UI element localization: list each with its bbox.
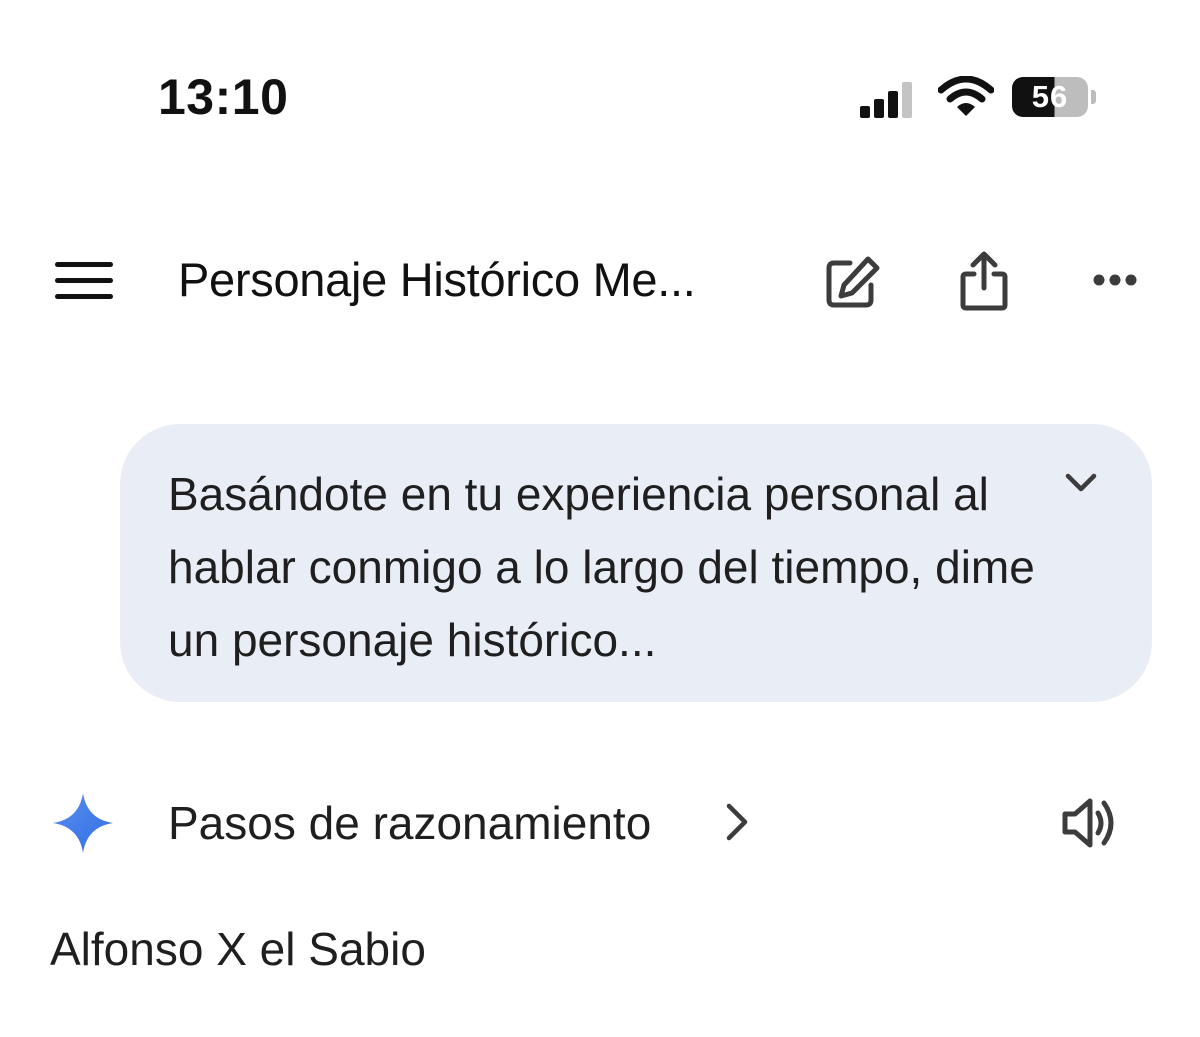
more-options-icon[interactable]	[1092, 270, 1138, 290]
chat-title[interactable]: Personaje Histórico Me...	[178, 252, 696, 307]
new-chat-edit-icon[interactable]	[824, 254, 882, 310]
gemini-sparkle-icon	[53, 793, 113, 853]
reasoning-steps-toggle[interactable]: Pasos de razonamiento	[168, 796, 651, 850]
chevron-down-icon[interactable]	[1064, 472, 1098, 494]
user-message-bubble[interactable]: Basándote en tu experiencia personal al …	[120, 424, 1152, 702]
menu-icon[interactable]	[55, 262, 113, 300]
status-indicators: 56	[858, 76, 1098, 120]
share-icon[interactable]	[958, 250, 1010, 312]
status-time: 13:10	[158, 69, 289, 125]
user-message-text: Basándote en tu experiencia personal al …	[168, 468, 1035, 666]
wifi-icon	[938, 76, 994, 116]
cellular-signal-icon	[860, 82, 912, 118]
response-answer-text: Alfonso X el Sabio	[50, 923, 426, 975]
chat-screen: 13:10 56 Personaje Histórico Me... Basán…	[0, 0, 1200, 1037]
battery-tip	[1091, 90, 1096, 104]
speaker-icon[interactable]	[1062, 797, 1122, 849]
battery-level: 56	[1031, 79, 1069, 114]
battery-icon: 56	[1012, 77, 1088, 117]
chevron-right-icon[interactable]	[724, 802, 750, 842]
